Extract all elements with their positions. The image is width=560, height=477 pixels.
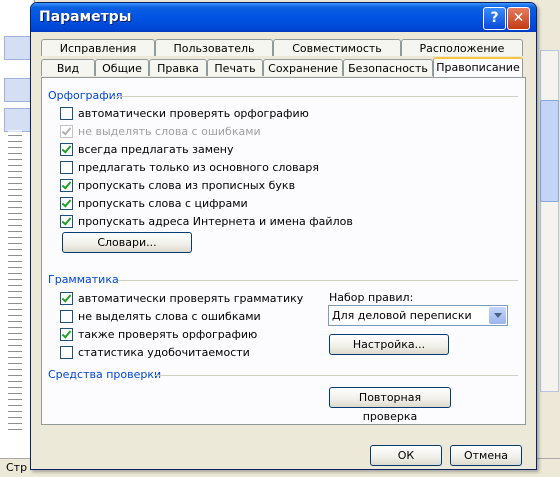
ignore-uppercase-checkbox[interactable]: пропускать слова из прописных букв xyxy=(60,179,295,192)
scroll-thumb[interactable] xyxy=(540,100,559,202)
tab-file-locations[interactable]: Расположение xyxy=(401,39,523,56)
tab-track-changes[interactable]: Исправления xyxy=(41,39,155,56)
help-button[interactable]: ? xyxy=(483,7,506,30)
hide-grammar-errors-checkbox[interactable]: не выделять слова с ошибками xyxy=(60,310,261,323)
options-dialog: Параметры ? ✕ Исправления Пользователь С… xyxy=(30,2,537,470)
always-suggest-checkbox[interactable]: всегда предлагать замену xyxy=(60,143,234,156)
dialog-title-bar[interactable]: Параметры ? ✕ xyxy=(31,3,536,32)
ruleset-label: Набор правил: xyxy=(329,291,414,304)
tab-security[interactable]: Безопасность xyxy=(343,59,433,76)
close-button[interactable]: ✕ xyxy=(507,7,530,30)
check-spelling-with-grammar-checkbox[interactable]: также проверять орфографию xyxy=(60,328,257,341)
toolbar-button-icon[interactable] xyxy=(4,78,32,102)
status-page-text: Стр xyxy=(6,461,28,474)
section-divider xyxy=(154,375,518,376)
ok-button[interactable]: ОК xyxy=(370,445,442,466)
dictionaries-button[interactable]: Словари... xyxy=(62,232,192,253)
vertical-ruler xyxy=(8,130,22,430)
ruleset-dropdown[interactable]: Для деловой переписки xyxy=(328,305,508,326)
tab-print[interactable]: Печать xyxy=(207,59,263,76)
tab-user-info[interactable]: Пользователь xyxy=(155,39,273,56)
ruleset-value: Для деловой переписки xyxy=(332,309,472,322)
ignore-numbers-checkbox[interactable]: пропускать слова с цифрами xyxy=(60,197,248,210)
section-divider xyxy=(112,96,518,97)
ruler-tab-icon[interactable] xyxy=(4,108,32,132)
dialog-title: Параметры xyxy=(39,9,132,25)
readability-statistics-checkbox[interactable]: статистика удобочитаемости xyxy=(60,346,250,359)
toolbar-button-icon[interactable] xyxy=(4,36,32,60)
right-scrollbar-area xyxy=(537,0,560,476)
cancel-button[interactable]: Отмена xyxy=(450,445,522,466)
spelling-grammar-panel: Орфография автоматически проверять орфог… xyxy=(41,77,526,425)
proofing-section-title: Средства проверки xyxy=(48,368,162,381)
grammar-settings-button[interactable]: Настройка... xyxy=(329,334,449,355)
tab-edit[interactable]: Правка xyxy=(149,59,207,76)
grammar-section-title: Грамматика xyxy=(48,273,119,286)
tab-save[interactable]: Сохранение xyxy=(263,59,343,76)
tab-spelling-grammar[interactable]: Правописание xyxy=(433,57,523,77)
section-divider xyxy=(118,280,518,281)
chevron-down-icon[interactable] xyxy=(489,307,506,324)
tab-compatibility[interactable]: Совместимость xyxy=(273,39,401,56)
tab-view[interactable]: Вид xyxy=(41,59,95,76)
tab-general[interactable]: Общие xyxy=(95,59,149,76)
auto-grammar-checkbox[interactable]: автоматически проверять грамматику xyxy=(60,292,303,305)
hide-spelling-errors-checkbox: не выделять слова с ошибками xyxy=(60,125,261,138)
main-dictionary-only-checkbox[interactable]: предлагать только из основного словаря xyxy=(60,161,319,174)
recheck-document-button[interactable]: Повторная проверка xyxy=(329,387,451,423)
auto-spellcheck-checkbox[interactable]: автоматически проверять орфографию xyxy=(60,107,309,120)
ignore-internet-addresses-checkbox[interactable]: пропускать адреса Интернета и имена файл… xyxy=(60,215,353,228)
